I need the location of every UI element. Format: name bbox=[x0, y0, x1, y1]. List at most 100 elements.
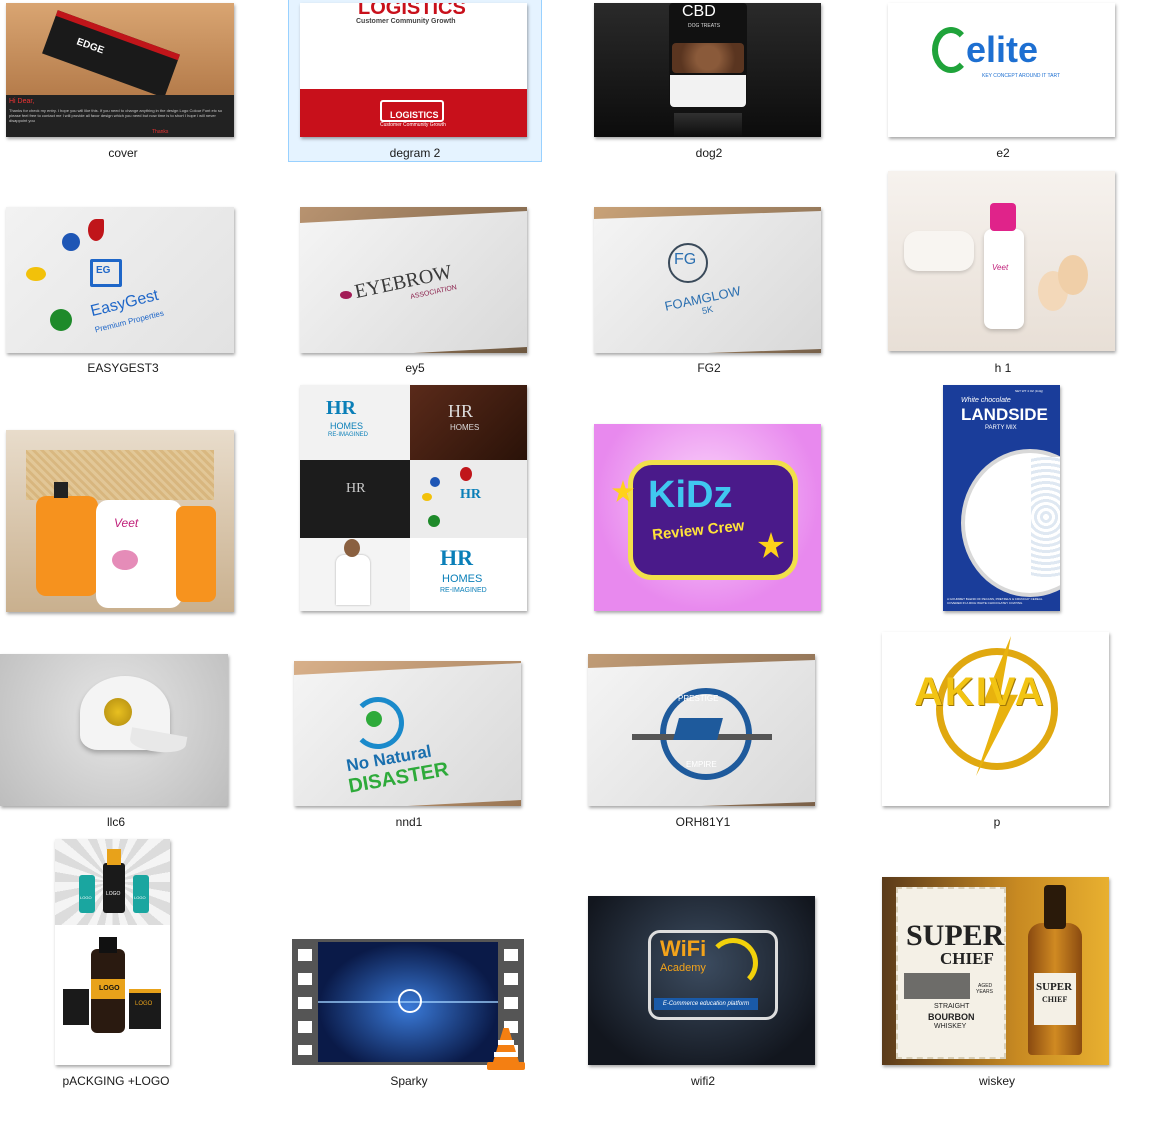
super-text: SUPER bbox=[906, 919, 1005, 952]
landside-text: LANDSIDE bbox=[961, 405, 1048, 424]
thumbnail-nnd1: No Natural DISASTER bbox=[294, 661, 521, 806]
hr-tile2-homes: HOMES bbox=[450, 423, 480, 432]
eg-mark-text: EG bbox=[96, 265, 111, 276]
thumbnail-easygest3: EG EasyGest Premium Properties bbox=[6, 207, 234, 353]
chief-text: CHIEF bbox=[940, 949, 994, 968]
thumbnail-h-1: Veet bbox=[888, 171, 1115, 351]
file-name-label: p bbox=[993, 815, 1001, 829]
veet-bottle-text: Veet bbox=[114, 516, 139, 530]
thumbnail-kidz: KiDz Review Crew bbox=[594, 424, 821, 611]
file-name-label: wifi2 bbox=[690, 1074, 715, 1088]
file-name-label: pACKGING +LOGO bbox=[62, 1074, 170, 1088]
whiskey-text: WHISKEY bbox=[934, 1023, 967, 1030]
ecommerce-tagline: E-Commerce education platform bbox=[654, 998, 758, 1010]
file-item-wifi2[interactable]: WiFi Academy E-Commerce education platfo… bbox=[577, 836, 829, 1096]
thumbnail-fg2: FG FOAMGLOW 5K bbox=[594, 207, 821, 353]
file-item-dog2[interactable]: CBD DOG TREATS dog2 bbox=[583, 0, 835, 162]
file-name-label: degram 2 bbox=[389, 146, 441, 160]
file-item-orh81y1[interactable]: PRESTIGE EMPIRE ORH81Y1 bbox=[577, 630, 829, 830]
thumbnail-ey5: EYEBROW ASSOCIATION bbox=[300, 207, 527, 353]
package-logo-3: LOGO bbox=[134, 895, 146, 900]
cover-thanks-text: Thanks bbox=[152, 129, 169, 135]
file-name-label: ORH81Y1 bbox=[675, 815, 731, 829]
kidz-text: KiDz bbox=[648, 474, 733, 516]
net-weight-text: NET WT 4 OZ (113g) bbox=[1015, 389, 1044, 393]
hr-tile4-mark: HR bbox=[460, 487, 481, 502]
file-item-fg2[interactable]: FG FOAMGLOW 5K FG2 bbox=[583, 168, 835, 378]
file-name-label: e2 bbox=[996, 146, 1010, 160]
empire-text: EMPIRE bbox=[686, 760, 717, 769]
file-name-label: dog2 bbox=[695, 146, 723, 160]
party-mix-text: PARTY MIX bbox=[985, 425, 1017, 431]
dog-treats-text: DOG TREATS bbox=[688, 23, 721, 29]
logistics-bottom-tagline: Customer Community Growth bbox=[380, 122, 446, 128]
vlc-cone-icon bbox=[487, 1028, 525, 1072]
file-item-landside[interactable]: White chocolate LANDSIDE PARTY MIX NET W… bbox=[877, 384, 1129, 624]
file-item-cover[interactable]: EDGE Hi Dear, Thanks for check my entry.… bbox=[0, 0, 246, 162]
thumbnail-llc6 bbox=[0, 654, 228, 806]
file-name-label: wiskey bbox=[978, 1074, 1015, 1088]
file-item-h2[interactable]: Veet bbox=[0, 384, 246, 624]
file-item-h-1[interactable]: Veet h 1 bbox=[877, 168, 1129, 378]
cover-message-text: Thanks for check my entry. I hope you wi… bbox=[9, 108, 223, 123]
file-item-hr[interactable]: HR HOMES RE-IMAGINED HR HOMES HR HR HR H… bbox=[289, 384, 541, 624]
file-name-label: EASYGEST3 bbox=[87, 361, 159, 375]
file-name-label: h 1 bbox=[994, 361, 1012, 375]
elite-text: elite bbox=[966, 29, 1039, 70]
file-item-degram-2[interactable]: LOGISTICS Customer Community Growth LOGI… bbox=[288, 0, 542, 162]
file-name-label: cover bbox=[108, 146, 138, 160]
thumbnail-wiskey: SUPER CHIEF STRAIGHT BOURBON WHISKEY AGE… bbox=[882, 877, 1109, 1065]
wifi-text: WiFi bbox=[660, 936, 707, 961]
file-name-label: Sparky bbox=[390, 1074, 428, 1088]
file-name-label: llc6 bbox=[106, 815, 125, 829]
hr-tile6-mark: HR bbox=[440, 545, 473, 570]
hr-tile3-mark: HR bbox=[346, 481, 366, 496]
file-item-ey5[interactable]: EYEBROW ASSOCIATION ey5 bbox=[289, 168, 541, 378]
hr-tile6-reimagined: RE-IMAGINED bbox=[440, 587, 487, 594]
file-item-kidz[interactable]: KiDz Review Crew bbox=[583, 384, 835, 624]
bourbon-text: BOURBON bbox=[928, 1012, 975, 1022]
landside-description: A GOURMET BLEND OF PECANS, PRETZELS & CR… bbox=[947, 597, 1043, 605]
file-item-wiskey[interactable]: SUPER CHIEF STRAIGHT BOURBON WHISKEY AGE… bbox=[871, 836, 1123, 1096]
file-name-label: FG2 bbox=[697, 361, 721, 375]
file-item-packaging-logo[interactable]: LOGO LOGO LOGO LOGO LOGO pACKGING +LOGO bbox=[0, 836, 232, 1096]
file-item-llc6[interactable]: llc6 bbox=[0, 630, 246, 830]
package-logo-1: LOGO bbox=[106, 891, 121, 897]
file-name-label: nnd1 bbox=[395, 815, 423, 829]
thumbnail-wifi2: WiFi Academy E-Commerce education platfo… bbox=[588, 896, 815, 1065]
thumbnail-orh81y1: PRESTIGE EMPIRE bbox=[588, 654, 815, 806]
cover-greeting-text: Hi Dear, bbox=[9, 98, 35, 105]
years-text: YEARS bbox=[976, 989, 993, 995]
thumbnail-landside: White chocolate LANDSIDE PARTY MIX NET W… bbox=[943, 385, 1060, 611]
file-item-e2[interactable]: elite KEY CONCEPT AROUND IT TART e2 bbox=[877, 0, 1129, 162]
thumbnail-degram-2: LOGISTICS Customer Community Growth LOGI… bbox=[300, 3, 527, 137]
file-item-easygest3[interactable]: EG EasyGest Premium Properties EASYGEST3 bbox=[0, 168, 246, 378]
bottle-super-text: SUPER bbox=[1036, 981, 1073, 993]
package-logo-5: LOGO bbox=[135, 1001, 153, 1007]
file-name-label: ey5 bbox=[405, 361, 425, 375]
file-item-p[interactable]: AKIVA p bbox=[871, 630, 1123, 830]
akiva-text: AKIVA bbox=[914, 670, 1046, 714]
fg-mark-text: FG bbox=[674, 251, 697, 268]
bottle-chief-text: CHIEF bbox=[1042, 995, 1068, 1004]
academy-text: Academy bbox=[660, 962, 706, 974]
hr-tile6-homes: HOMES bbox=[442, 573, 483, 585]
thumbnail-h2: Veet bbox=[6, 430, 234, 612]
veet-text: Veet bbox=[992, 263, 1009, 272]
straight-text: STRAIGHT bbox=[934, 1003, 970, 1010]
thumbnail-hr: HR HOMES RE-IMAGINED HR HOMES HR HR HR H… bbox=[300, 385, 527, 611]
elite-tagline: KEY CONCEPT AROUND IT TART bbox=[982, 73, 1061, 79]
thumbnail-e2: elite KEY CONCEPT AROUND IT TART bbox=[888, 3, 1115, 137]
file-item-nnd1[interactable]: No Natural DISASTER nnd1 bbox=[283, 630, 535, 830]
package-logo-2: LOGO bbox=[80, 895, 92, 900]
logistics-bottom-text: LOGISTICS bbox=[390, 110, 439, 120]
file-item-sparky[interactable]: Sparky bbox=[283, 836, 535, 1096]
hr-tile1-reimagined: RE-IMAGINED bbox=[328, 432, 369, 438]
white-chocolate-text: White chocolate bbox=[961, 397, 1011, 404]
thumbnail-packaging-logo: LOGO LOGO LOGO LOGO LOGO bbox=[55, 839, 170, 1065]
hr-tile1-homes: HOMES bbox=[330, 421, 364, 431]
logistics-top-tagline: Customer Community Growth bbox=[356, 18, 456, 25]
hr-tile2-mark: HR bbox=[448, 401, 474, 421]
hr-tile1-mark: HR bbox=[326, 397, 356, 419]
cbd-text: CBD bbox=[682, 3, 716, 20]
